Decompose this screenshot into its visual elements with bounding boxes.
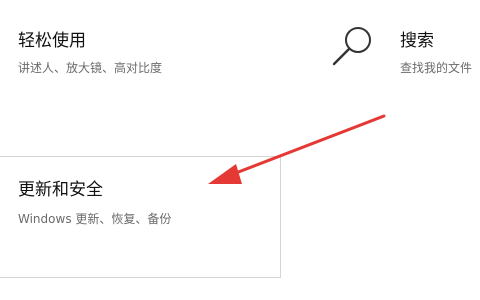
- setting-ease-of-access[interactable]: 轻松使用 讲述人、放大镜、高对比度: [18, 30, 258, 90]
- search-icon: [332, 27, 371, 66]
- setting-text: 搜索 查找我的文件: [400, 30, 472, 76]
- setting-description: 讲述人、放大镜、高对比度: [18, 61, 163, 75]
- setting-title: 更新和安全: [18, 180, 103, 200]
- setting-title: 搜索: [400, 31, 434, 51]
- setting-description: 查找我的文件: [400, 61, 473, 75]
- setting-title: 轻松使用: [18, 31, 86, 51]
- setting-update-and-security[interactable]: 更新和安全 Windows 更新、恢复、备份: [0, 156, 281, 278]
- setting-search[interactable]: 搜索 查找我的文件: [330, 22, 480, 92]
- setting-description: Windows 更新、恢复、备份: [18, 212, 172, 226]
- settings-page: 轻松使用 讲述人、放大镜、高对比度 搜索 查找我的文件 更新和安全 Window…: [0, 0, 480, 300]
